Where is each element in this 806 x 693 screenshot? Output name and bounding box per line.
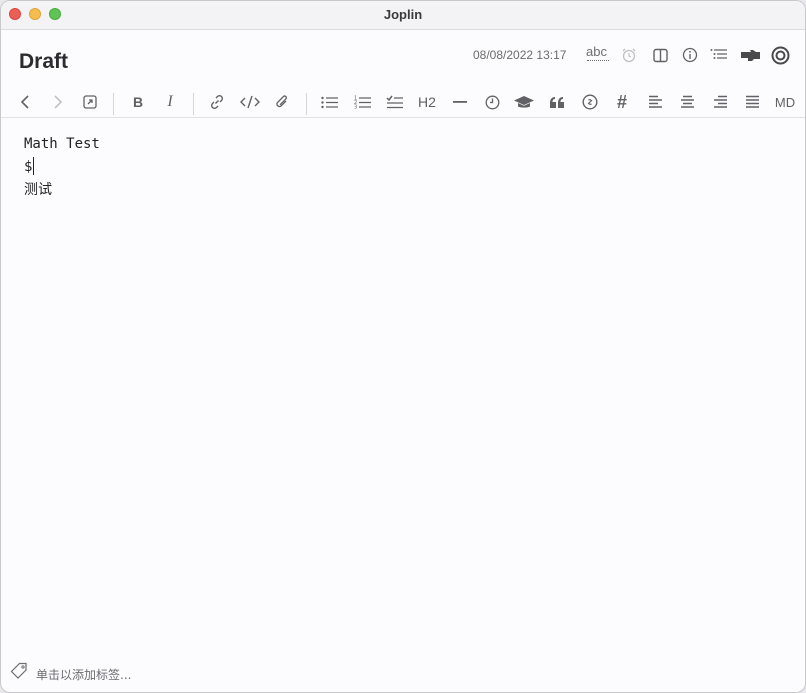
info-icon[interactable] [680,44,700,66]
toolbar-separator [193,93,194,115]
heading-label: H2 [418,94,436,110]
italic-icon: I [167,93,173,110]
markdown-toggle-button[interactable]: MD [771,89,799,115]
layout-icon[interactable] [650,44,670,66]
align-right-icon [713,95,727,108]
code-button[interactable] [237,89,263,115]
hashtag-icon: # [616,91,627,112]
heading-button[interactable]: H2 [413,89,441,115]
bullet-list-button[interactable] [316,89,342,115]
code-icon [240,95,260,109]
bold-button[interactable]: B [125,89,151,115]
link-button[interactable] [204,89,230,115]
checklist-button[interactable] [381,89,407,115]
editor-toolbar: B I 123 H2 # MD [1,87,805,117]
horizontal-rule-button[interactable] [447,89,473,115]
bullet-list-icon [320,96,338,108]
note-header: Draft 08/08/2022 13:17 abc B I 1 2 3 H2 … [1,30,805,118]
align-justify-icon [745,95,759,108]
italic-button[interactable]: I [157,89,183,115]
math-button[interactable] [511,89,537,115]
insert-time-button[interactable] [479,89,505,115]
paperclip-icon [276,95,287,108]
note-title[interactable]: Draft [19,50,68,74]
external-edit-button[interactable] [77,89,103,115]
toolbar-separator [306,93,307,115]
link-icon [210,94,224,110]
pointer-icon[interactable] [738,44,762,66]
target-icon[interactable] [769,44,791,66]
tag-bar[interactable]: 单击以添加标签... [1,654,805,692]
editor-line-with-cursor: $ [24,156,100,179]
align-right-button[interactable] [707,89,733,115]
title-bar: Joplin [1,1,805,30]
alarm-icon[interactable] [619,44,639,66]
blockquote-button[interactable] [544,89,570,115]
link-circle-icon [582,94,598,110]
spellcheck-icon[interactable]: abc [586,44,610,66]
align-center-button[interactable] [674,89,700,115]
text-cursor [33,157,35,175]
external-link-icon [83,95,97,109]
editor-line: $ [24,159,33,175]
back-button[interactable] [12,89,38,115]
align-center-icon [680,95,694,108]
forward-button[interactable] [45,89,71,115]
embed-button[interactable] [577,89,603,115]
align-left-icon [648,95,662,108]
toolbar-divider [1,117,805,118]
editor-line: Math Test [24,136,100,152]
svg-text:3: 3 [354,105,357,110]
numbered-list-button[interactable]: 123 [349,89,375,115]
graduation-cap-icon [514,96,534,108]
bold-icon: B [132,94,144,110]
spellcheck-label: abc [586,44,607,59]
editor-line: 测试 [24,182,52,198]
attach-file-button[interactable] [269,89,295,115]
horizontal-rule-icon [453,101,467,103]
hashtag-button[interactable]: # [609,89,635,115]
note-editor[interactable]: Math Test $ 测试 [24,133,100,202]
numbered-list-icon: 123 [354,96,371,110]
chevron-left-icon [20,95,29,109]
clock-icon [485,95,499,109]
align-justify-button[interactable] [739,89,765,115]
window-title: Joplin [383,7,423,22]
app-window: Joplin Draft 08/08/2022 13:17 abc B I 1 … [0,0,806,693]
toc-icon[interactable] [708,44,730,66]
quote-icon [550,96,564,108]
checklist-icon [385,95,403,108]
align-left-button[interactable] [642,89,668,115]
toolbar-separator [113,93,114,115]
tag-icon [10,662,28,680]
tag-placeholder[interactable]: 单击以添加标签... [36,666,131,683]
chevron-right-icon [54,95,63,109]
note-date: 08/08/2022 13:17 [473,48,567,62]
markdown-label: MD [774,94,796,110]
